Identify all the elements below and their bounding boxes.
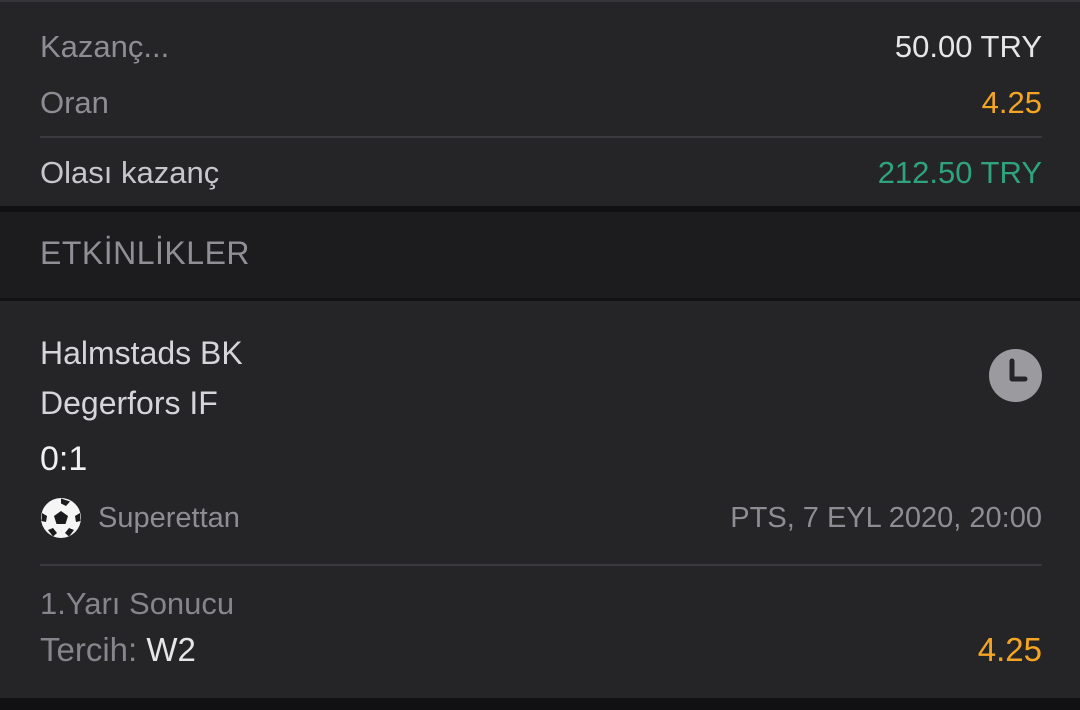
away-team: Degerfors IF xyxy=(40,385,218,421)
stake-row: Kazanç... 50.00 TRY xyxy=(40,29,1042,65)
league-name: Superettan xyxy=(98,501,240,534)
stake-value: 50.00 TRY xyxy=(894,29,1042,64)
league-row: Superettan PTS, 7 EYL 2020, 20:00 xyxy=(40,496,1042,540)
pick-odds: 4.25 xyxy=(977,631,1042,668)
bet-summary-card: Kazanç... 50.00 TRY Oran 4.25 Olası kaza… xyxy=(0,0,1080,206)
odds-label: Oran xyxy=(40,85,109,120)
events-section-header: ETKİNLİKLER xyxy=(0,212,1080,298)
soccer-ball-icon xyxy=(41,498,81,538)
match-score: 0:1 xyxy=(40,440,88,478)
bet-details-screen: Kazanç... 50.00 TRY Oran 4.25 Olası kaza… xyxy=(0,0,1080,710)
potential-win-row: Olası kazanç 212.50 TRY xyxy=(40,155,1042,191)
clock-icon xyxy=(989,349,1042,402)
match-datetime: PTS, 7 EYL 2020, 20:00 xyxy=(730,501,1042,534)
pick-info: Tercih: W2 xyxy=(40,631,196,669)
odds-row: Oran 4.25 xyxy=(40,85,1042,121)
potential-win-value: 212.50 TRY xyxy=(877,155,1042,190)
odds-value: 4.25 xyxy=(981,85,1042,120)
event-card[interactable]: Halmstads BK Degerfors IF 0:1 Superettan xyxy=(0,301,1080,698)
market-name: 1.Yarı Sonucu xyxy=(40,586,235,621)
stake-label: Kazanç... xyxy=(40,29,170,64)
potential-win-label: Olası kazanç xyxy=(40,155,220,190)
event-divider xyxy=(40,564,1042,566)
league-info: Superettan xyxy=(40,497,240,539)
pick-label: Tercih: xyxy=(40,631,138,668)
pick-value: W2 xyxy=(146,631,196,668)
summary-divider xyxy=(40,136,1042,138)
home-team: Halmstads BK xyxy=(40,335,243,371)
events-section-title: ETKİNLİKLER xyxy=(40,235,251,271)
pick-row: Tercih: W2 4.25 xyxy=(40,631,1042,669)
